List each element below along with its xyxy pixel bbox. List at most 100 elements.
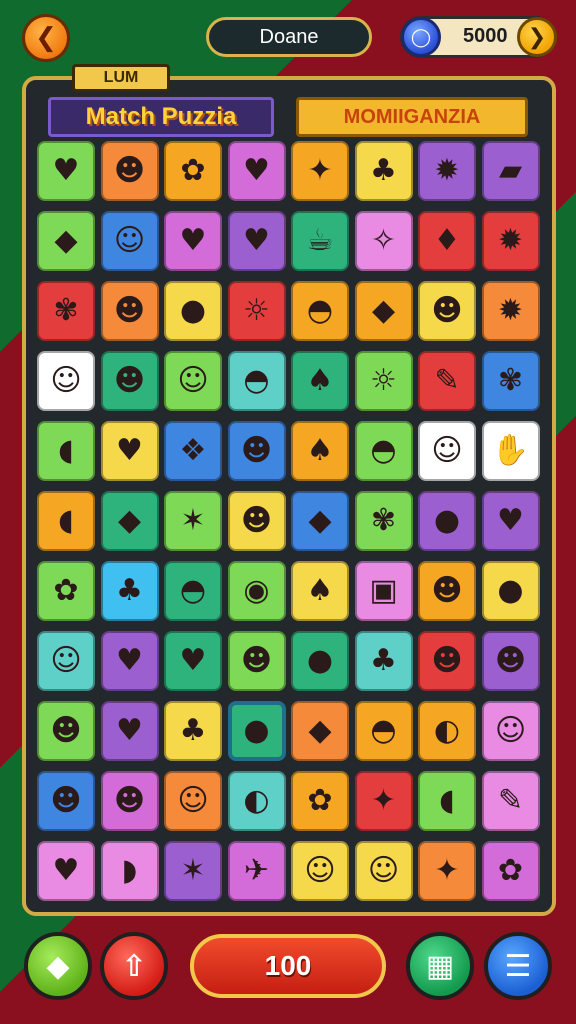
game-tile[interactable]: ☻ [37, 771, 95, 831]
game-tile[interactable]: ◗ [100, 841, 159, 901]
game-tile[interactable]: ☺ [37, 351, 95, 411]
coin-counter: ◯ 5000 ❯ [400, 16, 557, 58]
game-tile[interactable]: ☺ [418, 421, 476, 481]
game-tile[interactable]: ☺ [164, 771, 222, 831]
game-tile[interactable]: ◓ [354, 421, 413, 481]
game-tile[interactable]: ✾ [481, 351, 540, 411]
game-tile[interactable]: ◐ [227, 771, 286, 831]
game-tile[interactable]: ◆ [354, 281, 413, 341]
game-tile[interactable]: ✎ [481, 771, 540, 831]
game-tile[interactable]: ♥ [37, 841, 95, 901]
game-tile[interactable]: ✎ [418, 351, 476, 411]
add-coins-button[interactable]: ❯ [517, 17, 557, 57]
game-tile[interactable]: ♦ [418, 211, 476, 271]
game-tile[interactable]: ☕ [291, 211, 349, 271]
game-tile[interactable]: ◖ [418, 771, 476, 831]
game-tile[interactable]: ☻ [100, 281, 159, 341]
game-tile[interactable]: ✦ [354, 771, 413, 831]
game-tile[interactable]: ☻ [100, 771, 159, 831]
game-tile[interactable]: ◐ [418, 701, 476, 761]
game-tile[interactable]: ✿ [37, 561, 95, 621]
game-tile[interactable]: ✧ [354, 211, 413, 271]
game-tile[interactable]: ♥ [164, 211, 222, 271]
game-tile[interactable]: ☻ [100, 351, 159, 411]
game-tile[interactable]: ✿ [481, 841, 540, 901]
game-tile[interactable]: ◆ [291, 701, 349, 761]
game-tile[interactable]: ◓ [227, 351, 286, 411]
game-tile[interactable]: ♠ [291, 351, 349, 411]
boost-button[interactable]: ⇧ [100, 932, 168, 1000]
coin-icon: ◯ [401, 17, 441, 57]
game-tile[interactable]: ☻ [227, 421, 286, 481]
game-tile[interactable]: ♥ [164, 631, 222, 691]
game-tile[interactable]: ☺ [100, 211, 159, 271]
game-tile[interactable]: ☻ [100, 141, 159, 201]
game-tile[interactable]: ◓ [291, 281, 349, 341]
shop-icon: ▦ [425, 948, 455, 984]
game-tile[interactable]: ✋ [481, 421, 540, 481]
game-tile[interactable]: ◖ [37, 491, 95, 551]
game-tile[interactable]: ♥ [100, 701, 159, 761]
game-tile[interactable]: ✾ [37, 281, 95, 341]
game-tile[interactable]: ♠ [291, 561, 349, 621]
game-tile[interactable]: ✾ [354, 491, 413, 551]
game-tile[interactable]: ♥ [481, 491, 540, 551]
game-tile[interactable]: ♣ [100, 561, 159, 621]
game-tile[interactable]: ☺ [354, 841, 413, 901]
game-tile[interactable]: ▣ [354, 561, 413, 621]
game-tile[interactable]: ✈ [227, 841, 286, 901]
game-tile[interactable]: ✹ [481, 281, 540, 341]
game-tile[interactable]: ✿ [164, 141, 222, 201]
game-tile[interactable]: ♣ [354, 631, 413, 691]
game-tile[interactable]: ♣ [354, 141, 413, 201]
game-tile[interactable]: ✦ [291, 141, 349, 201]
game-tile[interactable]: ♥ [37, 141, 95, 201]
game-tile[interactable]: ♠ [291, 421, 349, 481]
game-tile[interactable]: ☻ [227, 491, 286, 551]
game-tile[interactable]: ♥ [227, 211, 286, 271]
game-tile[interactable]: ✶ [164, 491, 222, 551]
game-tile[interactable]: ✹ [481, 211, 540, 271]
game-tile[interactable]: ● [418, 491, 476, 551]
game-tile[interactable]: ✿ [291, 771, 349, 831]
game-tile[interactable]: ● [227, 701, 286, 761]
game-tile[interactable]: ◖ [37, 421, 95, 481]
game-tile[interactable]: ◆ [100, 491, 159, 551]
menu-button[interactable]: ☰ [484, 932, 552, 1000]
game-tile[interactable]: ☺ [481, 701, 540, 761]
game-tile[interactable]: ◆ [291, 491, 349, 551]
game-tile[interactable]: ☺ [37, 631, 95, 691]
game-tile[interactable]: ✶ [164, 841, 222, 901]
game-tile[interactable]: ◉ [227, 561, 286, 621]
game-tile[interactable]: ● [164, 281, 222, 341]
back-button[interactable]: ❮ [22, 14, 70, 62]
game-tile[interactable]: ● [291, 631, 349, 691]
game-tile[interactable]: ♥ [100, 631, 159, 691]
game-tile[interactable]: ❖ [164, 421, 222, 481]
game-tile[interactable]: ☺ [291, 841, 349, 901]
game-tile[interactable]: ● [481, 561, 540, 621]
game-tile[interactable]: ♥ [227, 141, 286, 201]
game-tile[interactable]: ☻ [227, 631, 286, 691]
game-tile[interactable]: ☻ [418, 281, 476, 341]
game-tile[interactable]: ☻ [418, 631, 476, 691]
game-tile[interactable]: ◆ [37, 211, 95, 271]
level-tag: LUM [72, 64, 170, 92]
subtitle-banner: MOMIIGANZIA [296, 97, 528, 137]
game-tile[interactable]: ☻ [418, 561, 476, 621]
game-tile[interactable]: ✦ [418, 841, 476, 901]
shop-button[interactable]: ▦ [406, 932, 474, 1000]
game-tile[interactable]: ☻ [481, 631, 540, 691]
game-tile[interactable]: ♥ [100, 421, 159, 481]
game-tile[interactable]: ✹ [418, 141, 476, 201]
game-tile[interactable]: ◓ [164, 561, 222, 621]
game-tile[interactable]: ◓ [354, 701, 413, 761]
game-tile[interactable]: ☺ [164, 351, 222, 411]
coin-value: 5000 [463, 25, 508, 47]
hint-button[interactable]: ◆ [24, 932, 92, 1000]
game-tile[interactable]: ▰ [481, 141, 540, 201]
game-tile[interactable]: ☼ [354, 351, 413, 411]
game-tile[interactable]: ☼ [227, 281, 286, 341]
game-tile[interactable]: ♣ [164, 701, 222, 761]
game-tile[interactable]: ☻ [37, 701, 95, 761]
